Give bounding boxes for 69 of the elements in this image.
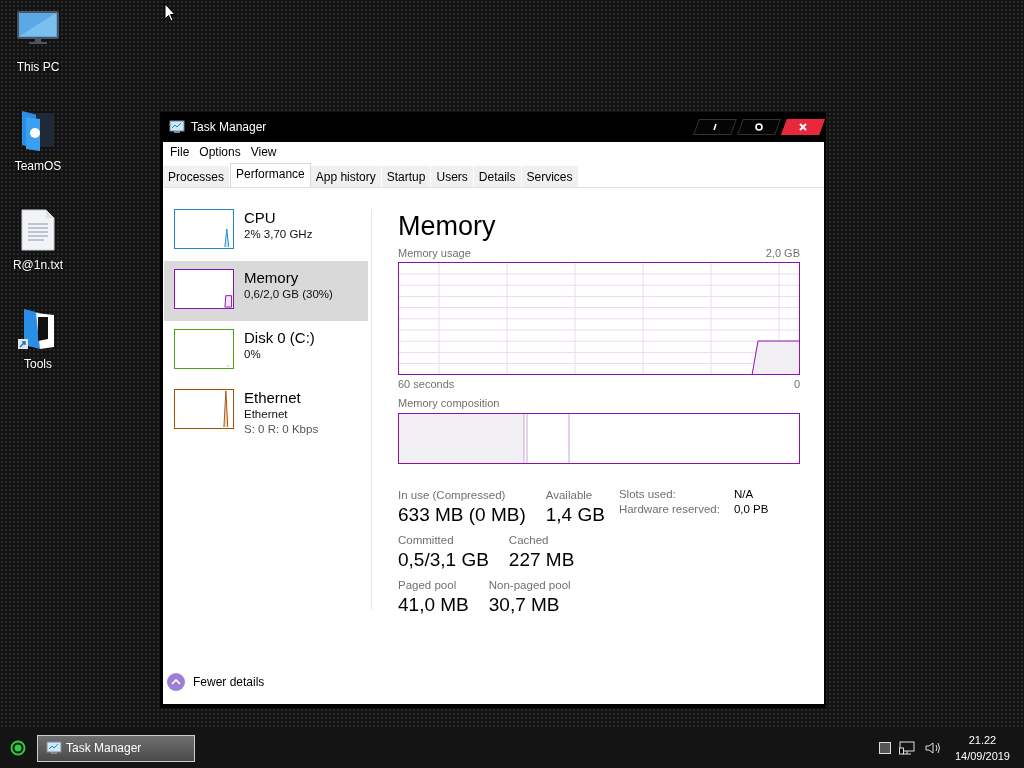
ring-icon [10, 740, 26, 756]
tab[interactable]: Details [473, 166, 522, 187]
resource-reading: 0% [244, 347, 262, 362]
performance-list-item[interactable]: Disk 0 (C:) 0% [164, 321, 368, 381]
stat-label: Cached [508, 533, 550, 548]
chevron-up-icon [167, 673, 185, 691]
menu-item[interactable]: Options [194, 145, 246, 159]
resource-reading: 2% 3,70 GHz [244, 227, 313, 242]
start-button[interactable] [10, 740, 26, 756]
stat-label: Committed [398, 533, 455, 548]
tab[interactable]: Services [521, 166, 579, 187]
app-icon [46, 741, 62, 755]
close-button[interactable] [781, 119, 825, 135]
tab[interactable]: Startup [381, 166, 432, 187]
icon-label[interactable]: R@1n.txt [12, 258, 64, 272]
network-icon [898, 741, 917, 755]
taskbar-button[interactable]: Task Manager [37, 734, 195, 762]
menu-item[interactable]: File [165, 145, 195, 159]
tab[interactable]: Processes [163, 166, 231, 187]
property-value: N/A [733, 488, 755, 500]
menu-item[interactable]: View [245, 145, 282, 159]
maximize-button[interactable] [737, 119, 781, 135]
tab[interactable]: Users [431, 166, 474, 187]
stat-label: Available [545, 488, 594, 503]
performance-list-item[interactable]: Memory 0,6/2,0 GB (30%) [164, 261, 368, 321]
icon-label[interactable]: This PC [16, 60, 60, 74]
square-icon [878, 742, 891, 754]
slash-icon [713, 123, 717, 131]
resource-name: CPU [244, 209, 277, 227]
clock[interactable]: 21.22 14/09/2019 [954, 732, 1010, 764]
window-title: Task Manager [191, 120, 267, 134]
property-label: Hardware reserved: [618, 503, 721, 515]
property-value: 0,0 PB [733, 503, 769, 515]
stat-value: 1,4 GB [545, 503, 605, 527]
axis-label: 2,0 GB [765, 246, 800, 260]
icon-label[interactable]: TeamOS [14, 159, 62, 173]
fewer-details-link[interactable]: Fewer details [167, 673, 265, 691]
resource-reading: Ethernet [244, 407, 289, 422]
stat-value: 41,0 MB [398, 593, 469, 617]
tab[interactable]: App history [310, 166, 382, 187]
close-icon [799, 123, 807, 131]
chart-label: Memory usage [398, 246, 471, 260]
stat-label: Non-paged pool [488, 578, 571, 593]
clock-date: 14/09/2019 [954, 749, 1010, 764]
resource-name: Memory [244, 269, 300, 287]
circle-icon [755, 123, 763, 131]
stat-label: Paged pool [398, 578, 458, 593]
stat-value: 0,5/3,1 GB [398, 548, 489, 572]
section-title: Memory [398, 210, 497, 242]
icon-label[interactable]: Tools [24, 357, 52, 371]
performance-list-item[interactable]: CPU 2% 3,70 GHz [164, 201, 368, 261]
resource-reading: S: 0 R: 0 Kbps [244, 422, 319, 437]
app-icon [169, 120, 185, 134]
resource-name: Disk 0 (C:) [244, 329, 315, 347]
clock-time: 21.22 [968, 733, 997, 748]
axis-label: 0 [793, 377, 800, 391]
axis-label: 60 seconds [398, 377, 455, 391]
stat-label: In use (Compressed) [398, 488, 507, 503]
stat-value: 30,7 MB [488, 593, 561, 617]
resource-name: Ethernet [244, 389, 302, 407]
tab[interactable]: Performance [230, 163, 311, 187]
volume-icon [924, 741, 943, 755]
property-label: Slots used: [618, 488, 677, 500]
stat-value: 227 MB [508, 548, 575, 572]
stat-value: 633 MB (0 MB) [398, 503, 526, 527]
mouse-pointer-icon [164, 3, 176, 22]
chart-label: Memory composition [398, 396, 501, 410]
resource-reading: 0,6/2,0 GB (30%) [244, 287, 333, 302]
performance-list-item[interactable]: Ethernet Ethernet S: 0 R: 0 Kbps [164, 381, 368, 441]
